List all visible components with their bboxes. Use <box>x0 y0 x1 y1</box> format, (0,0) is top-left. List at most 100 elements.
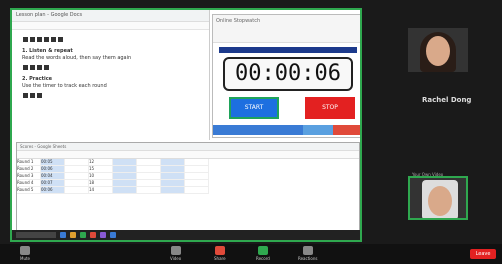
cell[interactable]: 18 <box>89 180 113 187</box>
cell[interactable] <box>113 173 137 180</box>
doc-line: Read the words aloud, then say them agai… <box>22 55 132 61</box>
os-taskbar <box>12 230 360 240</box>
doc-line: 2. Practice <box>22 76 53 82</box>
table-row[interactable]: Round 5 00:06 14 <box>17 187 359 194</box>
stopwatch-window: Online Stopwatch 00:00:06 START STOP <box>212 14 360 138</box>
taskbar-search[interactable] <box>16 232 56 238</box>
cell[interactable]: 00:07 <box>41 180 65 187</box>
doc-body: 1. Listen & repeat Read the words aloud,… <box>12 30 209 108</box>
cell[interactable]: Round 4 <box>17 180 41 187</box>
cell[interactable]: 00:06 <box>41 187 65 194</box>
share-strip-segment[interactable] <box>303 125 333 135</box>
cell[interactable] <box>137 173 161 180</box>
cell[interactable] <box>65 187 89 194</box>
table-row[interactable]: Round 1 00:05 12 <box>17 159 359 166</box>
taskbar-app-icon[interactable] <box>60 232 66 238</box>
doc-tab-title[interactable]: Lesson plan - Google Docs <box>12 10 209 22</box>
cell[interactable] <box>65 173 89 180</box>
microphone-icon <box>20 246 30 255</box>
cell[interactable] <box>161 173 185 180</box>
share-button[interactable]: Share <box>214 246 226 261</box>
participant-face <box>428 186 452 216</box>
record-icon <box>257 246 268 255</box>
self-video-tile[interactable] <box>408 176 468 220</box>
mute-button[interactable]: Mute <box>20 246 30 261</box>
participant-video-tile[interactable] <box>408 28 468 72</box>
document-window[interactable]: Lesson plan - Google Docs 1. Listen & re… <box>12 10 210 140</box>
stopwatch-header-band <box>219 47 357 53</box>
doc-line: 1. Listen & repeat <box>22 48 73 54</box>
sheet-toolbar[interactable] <box>17 151 359 159</box>
taskbar-app-icon[interactable] <box>80 232 86 238</box>
cell[interactable]: 00:05 <box>41 159 65 166</box>
cell[interactable]: Round 5 <box>17 187 41 194</box>
cell[interactable] <box>161 180 185 187</box>
start-button[interactable]: START <box>229 97 279 119</box>
cell[interactable] <box>137 180 161 187</box>
cell[interactable] <box>65 180 89 187</box>
taskbar-app-icon[interactable] <box>70 232 76 238</box>
camera-icon <box>170 246 181 255</box>
share-label: Share <box>214 256 226 261</box>
share-screen-icon <box>214 246 225 255</box>
share-strip-segment[interactable] <box>273 125 303 135</box>
cell[interactable] <box>161 187 185 194</box>
cell[interactable] <box>185 173 209 180</box>
cell[interactable]: 14 <box>89 187 113 194</box>
cell[interactable] <box>113 159 137 166</box>
cell[interactable]: Round 2 <box>17 166 41 173</box>
cell[interactable]: 15 <box>89 166 113 173</box>
cell[interactable] <box>113 180 137 187</box>
cell[interactable] <box>161 159 185 166</box>
participant-name: Rachel Dong <box>422 96 472 104</box>
cell[interactable]: Round 1 <box>17 159 41 166</box>
taskbar-app-icon[interactable] <box>100 232 106 238</box>
cell[interactable] <box>185 166 209 173</box>
reactions-label: Reactions <box>298 256 318 261</box>
stopwatch-title: Online Stopwatch <box>213 15 360 43</box>
cell[interactable] <box>161 166 185 173</box>
share-strip-segment[interactable] <box>243 125 273 135</box>
cell[interactable]: 00:04 <box>41 173 65 180</box>
leave-button[interactable]: Leave <box>470 249 496 259</box>
table-row[interactable]: Round 4 00:07 18 <box>17 180 359 187</box>
spreadsheet-window[interactable]: Scores - Google Sheets Round 1 00:05 12 … <box>16 142 360 234</box>
doc-toolbar[interactable] <box>12 22 209 30</box>
taskbar-app-icon[interactable] <box>90 232 96 238</box>
cell[interactable] <box>137 187 161 194</box>
cell[interactable]: 12 <box>89 159 113 166</box>
cell[interactable] <box>185 159 209 166</box>
cell[interactable]: 10 <box>89 173 113 180</box>
cell[interactable] <box>65 166 89 173</box>
sheet-grid[interactable]: Round 1 00:05 12 Round 2 00:06 15 Round … <box>17 159 359 229</box>
participant-face <box>426 36 450 66</box>
share-strip[interactable] <box>213 125 360 135</box>
shared-screen: Lesson plan - Google Docs 1. Listen & re… <box>10 8 362 242</box>
cell[interactable] <box>113 166 137 173</box>
stopwatch-display: 00:00:06 <box>223 57 353 91</box>
stop-button[interactable]: STOP <box>305 97 355 119</box>
taskbar-app-icon[interactable] <box>110 232 116 238</box>
cell[interactable] <box>113 187 137 194</box>
doc-line: Use the timer to track each round <box>22 83 107 89</box>
cell[interactable] <box>137 166 161 173</box>
video-label: Video <box>170 256 182 261</box>
reactions-icon <box>302 246 313 255</box>
cell[interactable] <box>137 159 161 166</box>
share-strip-segment[interactable] <box>333 125 360 135</box>
cell[interactable]: Round 3 <box>17 173 41 180</box>
cell[interactable] <box>65 159 89 166</box>
video-button[interactable]: Video <box>170 246 181 261</box>
cell[interactable] <box>185 187 209 194</box>
record-button[interactable]: Record <box>256 246 270 261</box>
cell[interactable] <box>185 180 209 187</box>
reactions-button[interactable]: Reactions <box>298 246 317 261</box>
participants-panel: Rachel Dong Your Own Video <box>370 0 502 264</box>
cell[interactable]: 00:06 <box>41 166 65 173</box>
share-strip-segment[interactable] <box>213 125 243 135</box>
sheet-tab-title[interactable]: Scores - Google Sheets <box>17 143 359 151</box>
record-label: Record <box>256 256 270 261</box>
mute-label: Mute <box>20 256 31 261</box>
table-row[interactable]: Round 2 00:06 15 <box>17 166 359 173</box>
table-row[interactable]: Round 3 00:04 10 <box>17 173 359 180</box>
